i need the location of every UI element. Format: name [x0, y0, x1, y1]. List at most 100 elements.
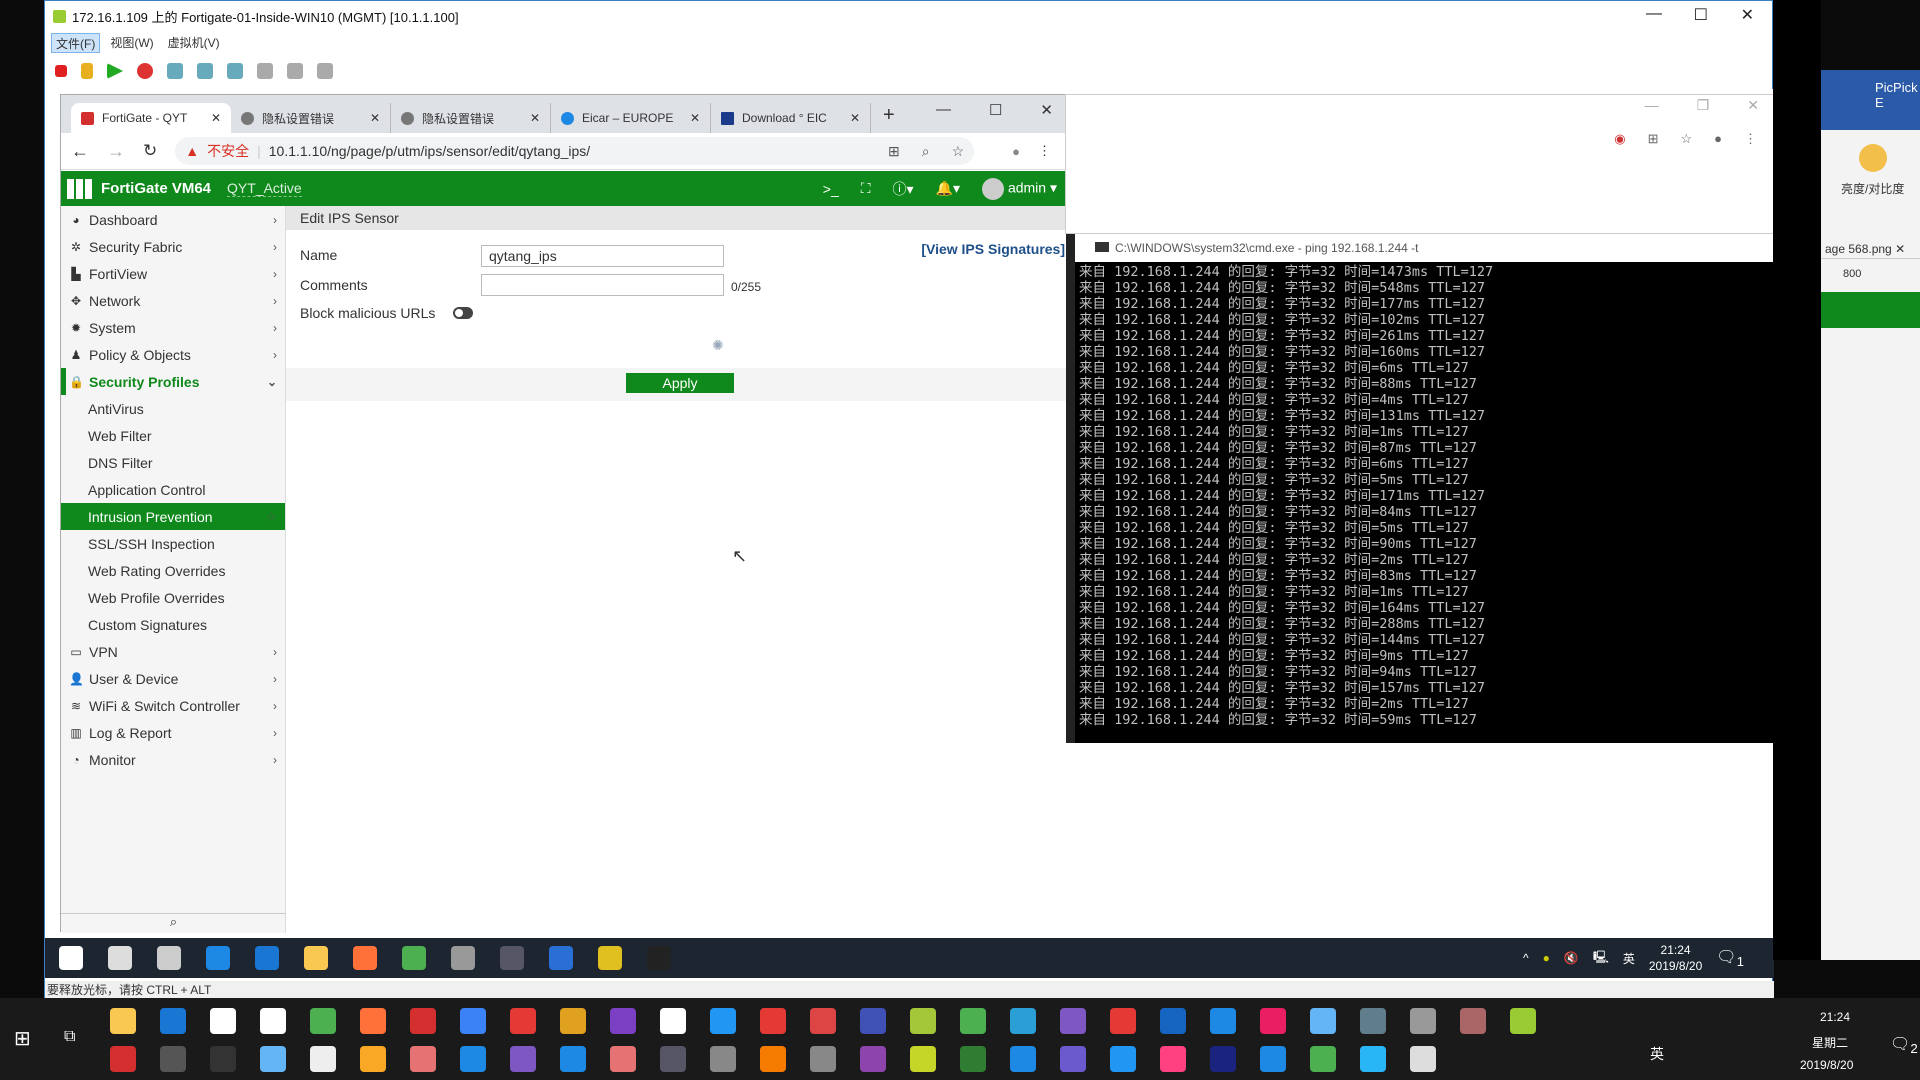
reset-icon[interactable] [137, 63, 153, 79]
taskbar-app-icon[interactable] [760, 1008, 786, 1034]
taskbar-app-icon[interactable] [510, 1008, 536, 1034]
taskbar-app-icon[interactable] [1360, 1008, 1386, 1034]
translate-icon[interactable]: ⊞ [1648, 131, 1659, 147]
bookmark-star-icon[interactable]: ☆ [952, 143, 965, 160]
taskbar-app-icon[interactable] [610, 1046, 636, 1072]
menu-view[interactable]: 视图(W) [106, 33, 157, 53]
volume-muted-icon[interactable]: 🔇 [1564, 951, 1579, 965]
taskbar-app-icon[interactable] [210, 1046, 236, 1072]
sidebar-item-application-control[interactable]: Application Control [61, 476, 285, 503]
view-ips-signatures-link[interactable]: [View IPS Signatures] [921, 241, 1065, 257]
fullscreen-icon[interactable]: ⛶ [861, 180, 871, 197]
taskbar-app-icon[interactable] [410, 1046, 436, 1072]
taskbar-app-icon[interactable] [1260, 1008, 1286, 1034]
comments-textarea[interactable] [481, 274, 724, 296]
profile-icon[interactable]: ● [1012, 144, 1020, 159]
usb-icon[interactable] [317, 63, 333, 79]
sidebar-item-intrusion-prevention[interactable]: Intrusion Prevention ☆ [61, 503, 285, 530]
date[interactable]: 2019/8/20 [1800, 1058, 1853, 1072]
taskbar-app-icon[interactable] [1360, 1046, 1386, 1072]
tab-download[interactable]: Download ° EIC ✕ [711, 103, 871, 133]
favorite-star-icon[interactable]: ☆ [266, 510, 277, 524]
taskbar-app-icon[interactable] [460, 1008, 486, 1034]
sidebar-item-fortiview[interactable]: ▙ FortiView › [61, 260, 285, 287]
taskbar-app-icon[interactable] [310, 1046, 336, 1072]
sidebar-item-security-profiles[interactable]: 🔒 Security Profiles ⌄ [61, 368, 285, 395]
cd-icon[interactable] [287, 63, 303, 79]
taskbar-app-icon[interactable] [410, 1008, 436, 1034]
ime-indicator[interactable]: 英 [1623, 950, 1635, 967]
time[interactable]: 21:24 [1820, 1010, 1850, 1024]
taskbar-app-icon[interactable] [255, 946, 279, 970]
name-input[interactable]: qytang_ips [481, 245, 724, 267]
taskbar-app-icon[interactable] [960, 1046, 986, 1072]
back-icon[interactable]: ← [71, 141, 89, 162]
show-hidden-icons[interactable]: ^ [1523, 951, 1529, 965]
tab-eicar[interactable]: Eicar – EUROPE ✕ [551, 103, 711, 133]
close-tab-icon[interactable]: ✕ [211, 111, 221, 125]
close-button[interactable]: ✕ [1747, 97, 1759, 114]
sidebar-item-system[interactable]: ✹ System › [61, 314, 285, 341]
taskbar-app-icon[interactable] [598, 946, 622, 970]
power-off-icon[interactable] [55, 65, 67, 77]
taskbar-app-icon[interactable] [1110, 1046, 1136, 1072]
taskbar-app-icon[interactable] [1160, 1008, 1186, 1034]
help-icon[interactable]: ⓘ▾ [893, 179, 914, 199]
translate-icon[interactable]: ⊞ [888, 143, 900, 160]
taskbar-app-icon[interactable] [660, 1008, 686, 1034]
taskbar-app-icon[interactable] [1310, 1008, 1336, 1034]
taskbar-app-icon[interactable] [660, 1046, 686, 1072]
taskbar-app-icon[interactable] [1010, 1008, 1036, 1034]
taskbar-app-icon[interactable] [260, 1046, 286, 1072]
taskbar-app-icon[interactable] [549, 946, 573, 970]
taskbar-app-icon[interactable] [1410, 1046, 1436, 1072]
taskbar-app-icon[interactable] [760, 1046, 786, 1072]
menu-icon[interactable]: ⋮ [1744, 131, 1757, 147]
taskbar-app-icon[interactable] [157, 946, 181, 970]
taskbar-app-icon[interactable] [210, 1008, 236, 1034]
taskbar-app-icon[interactable] [560, 1008, 586, 1034]
sidebar-item-web-filter[interactable]: Web Filter [61, 422, 285, 449]
taskbar-app-icon[interactable] [1410, 1008, 1436, 1034]
taskbar-app-icon[interactable] [1310, 1046, 1336, 1072]
search-icon[interactable]: ⌕ [61, 913, 286, 933]
taskbar-app-icon[interactable] [1010, 1046, 1036, 1072]
tab-privacy-error-2[interactable]: 隐私设置错误 ✕ [391, 103, 551, 133]
close-tab-icon[interactable]: ✕ [850, 111, 860, 125]
maximize-button[interactable]: ☐ [989, 101, 1002, 119]
url-text[interactable]: 10.1.1.10/ng/page/p/utm/ips/sensor/edit/… [269, 143, 590, 159]
snapshot-icon[interactable] [167, 63, 183, 79]
minimize-button[interactable]: — [1645, 97, 1659, 114]
sidebar-item-web-rating-overrides[interactable]: Web Rating Overrides [61, 557, 285, 584]
network-icon[interactable]: 🖳 [1593, 948, 1609, 969]
restore-button[interactable]: ❐ [1697, 97, 1710, 114]
taskbar-app-icon[interactable] [860, 1046, 886, 1072]
sidebar-item-web-profile-overrides[interactable]: Web Profile Overrides [61, 584, 285, 611]
taskbar-app-icon[interactable] [260, 1008, 286, 1034]
menu-icon[interactable]: ⋮ [1038, 143, 1065, 159]
play-icon[interactable] [107, 63, 123, 79]
taskbar-app-icon[interactable] [402, 946, 426, 970]
taskbar-app-icon[interactable] [206, 946, 230, 970]
taskbar-app-icon[interactable] [1060, 1046, 1086, 1072]
taskbar-app-icon[interactable] [1160, 1046, 1186, 1072]
removable-devices-icon[interactable] [257, 63, 273, 79]
sidebar-item-log-report[interactable]: ▥ Log & Report › [61, 719, 285, 746]
taskbar-app-icon[interactable] [860, 1008, 886, 1034]
taskbar-app-icon[interactable] [160, 1008, 186, 1034]
notification-bell-icon[interactable]: 🔔▾ [936, 180, 960, 197]
bookmark-star-icon[interactable]: ☆ [1680, 131, 1692, 147]
maximize-button[interactable]: ☐ [1694, 5, 1708, 25]
windows-start-icon[interactable]: ⊞ [14, 1026, 31, 1051]
action-center-icon[interactable]: 🗨1 [1716, 947, 1744, 969]
sidebar-item-dns-filter[interactable]: DNS Filter [61, 449, 285, 476]
forward-icon[interactable]: → [107, 141, 125, 162]
snapshot-manager-icon[interactable] [227, 63, 243, 79]
url-bar[interactable]: ▲ 不安全 | 10.1.1.10/ng/page/p/utm/ips/sens… [175, 137, 975, 165]
taskbar-app-icon[interactable] [610, 1008, 636, 1034]
ime-indicator[interactable]: 英 [1650, 1044, 1664, 1064]
sidebar-item-vpn[interactable]: ▭ VPN › [61, 638, 285, 665]
brightness-icon[interactable] [1859, 144, 1887, 172]
reload-icon[interactable]: ↻ [143, 141, 157, 161]
taskbar-app-icon[interactable] [910, 1008, 936, 1034]
